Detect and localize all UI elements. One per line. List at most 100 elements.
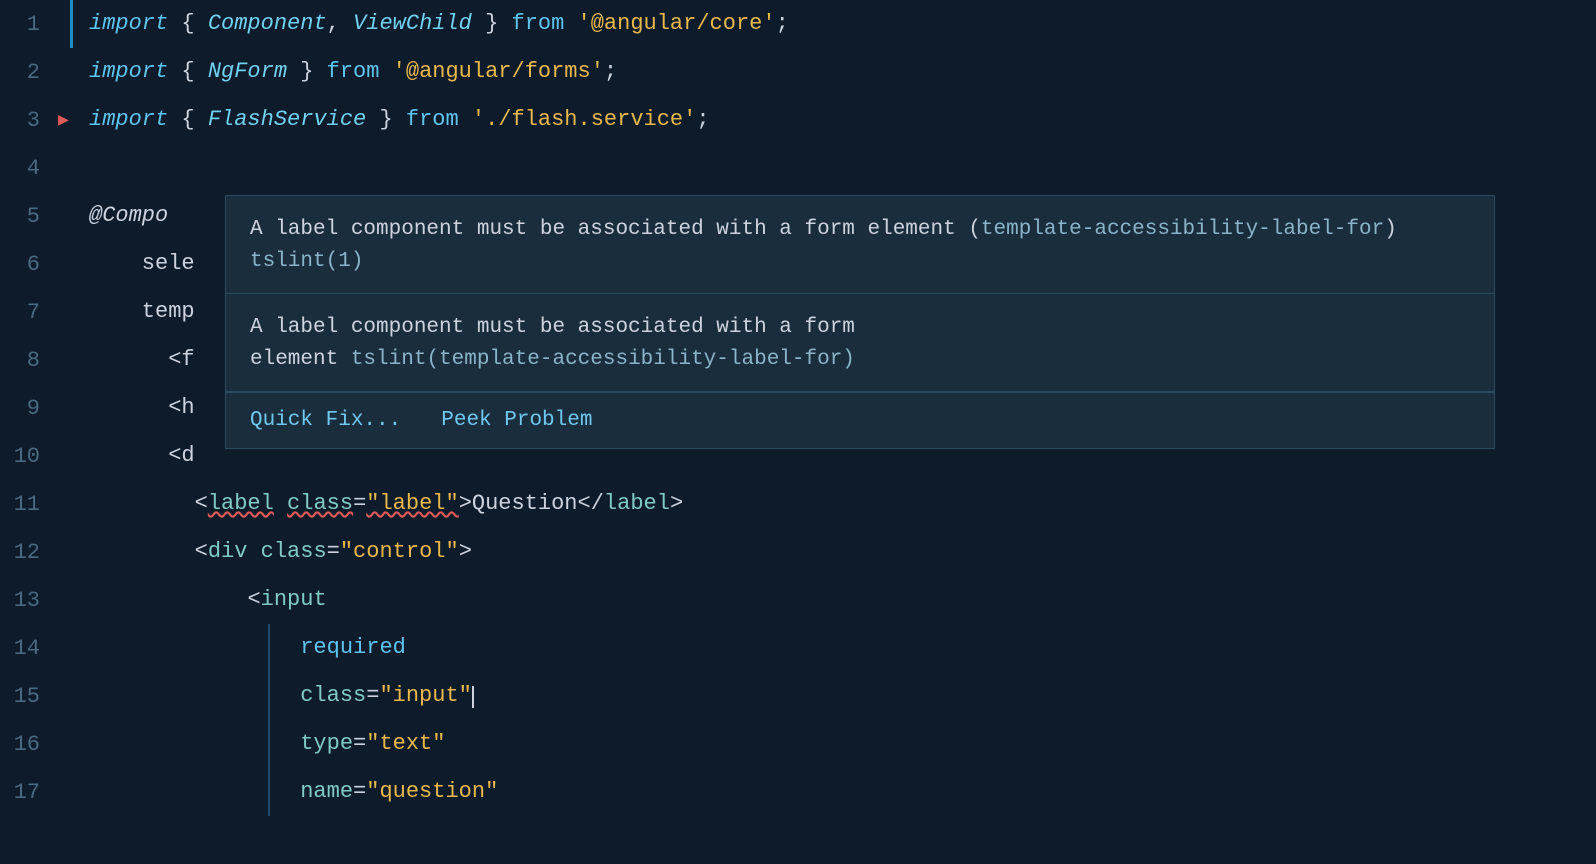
line-number-4: 4 [0,156,60,181]
code-line-1: 1 import { Component, ViewChild } from '@… [0,0,1596,48]
line-border-8 [70,336,73,384]
token-1-6: from [512,11,565,36]
line-number-17: 17 [0,780,60,805]
token-3-0: import [89,107,168,132]
line-number-15: 15 [0,684,60,709]
token-17-3: "question" [366,779,498,804]
token-16-1: type [300,731,353,756]
code-line-4: 4 [0,144,1596,192]
token-11-2: label [208,491,274,516]
line-border-4 [70,144,73,192]
indent-bar-15 [268,672,270,720]
code-content-15: class="input" [79,672,474,720]
tooltip-section-2: A label component must be associated wit… [226,294,1494,392]
tooltip-actions: Quick Fix... Peek Problem [226,392,1494,448]
token-1-0: import [89,11,168,36]
token-1-9: ; [776,11,789,36]
token-3-2: FlashService [208,107,366,132]
token-10-0: <d [89,443,195,468]
token-16-2: = [353,731,366,756]
line-number-7: 7 [0,300,60,325]
code-content-13: <input [79,576,327,624]
token-17-2: = [353,779,366,804]
token-11-8: Question [472,491,578,516]
code-content-11: <label class="label">Question</label> [79,480,683,528]
indent-bar-17 [268,768,270,816]
line-border-3 [70,96,73,144]
line-number-1: 1 [0,12,60,37]
code-content-2: import { NgForm } from '@angular/forms'; [79,48,617,96]
token-3-5 [459,107,472,132]
tooltip-tslint-1: tslint(1) [250,250,363,273]
line-border-12 [70,528,73,576]
tooltip-message-1: A label component must be associated wit… [250,214,1470,277]
token-11-11: > [670,491,683,516]
token-1-4: ViewChild [353,11,472,36]
code-line-15: 15 class="input" [0,672,1596,720]
token-12-6: "control" [340,539,459,564]
token-2-4: from [327,59,380,84]
token-13-2: input [261,587,327,612]
editor-container: 1 import { Component, ViewChild } from '@… [0,0,1596,864]
line-number-9: 9 [0,396,60,421]
token-1-1: { [168,11,208,36]
line-border-5 [70,192,73,240]
token-2-0: import [89,59,168,84]
line-border-17 [70,768,73,816]
token-11-5: = [353,491,366,516]
code-line-16: 16 type="text" [0,720,1596,768]
token-6-0: sele [89,251,195,276]
code-content-17: name="question" [79,768,498,816]
line-number-3: 3 [0,108,60,133]
code-content-7: temp [79,288,195,336]
token-11-6: "label" [366,491,458,516]
token-15-1: class [300,683,366,708]
code-content-16: type="text" [79,720,445,768]
token-12-4: class [261,539,327,564]
line-border-10 [70,432,73,480]
quick-fix-button[interactable]: Quick Fix... [250,405,401,436]
token-11-7: > [459,491,472,516]
indent-bar-16 [268,720,270,768]
token-11-1: < [195,491,208,516]
token-2-6: '@angular/forms' [393,59,604,84]
line-number-2: 2 [0,60,60,85]
token-12-1: < [195,539,208,564]
token-5-0: @Compo [89,203,168,228]
code-line-13: 13 <input [0,576,1596,624]
line-number-10: 10 [0,444,60,469]
code-content-10: <d [79,432,195,480]
token-15-2: = [366,683,379,708]
token-1-5: } [472,11,512,36]
token-12-3 [247,539,260,564]
token-3-6: './flash.service' [472,107,696,132]
code-content-1: import { Component, ViewChild } from '@a… [79,0,789,48]
token-11-10: label [604,491,670,516]
token-11-0 [89,491,195,516]
line-number-11: 11 [0,492,60,517]
token-17-1: name [300,779,353,804]
token-13-1: < [247,587,260,612]
line-border-7 [70,288,73,336]
token-1-2: Component [208,11,327,36]
token-12-2: div [208,539,248,564]
line-border-14 [70,624,73,672]
token-12-5: = [327,539,340,564]
line-border-11 [70,480,73,528]
code-content-3: import { FlashService } from './flash.se… [79,96,710,144]
token-7-0: temp [89,299,195,324]
indent-bar-14 [268,624,270,672]
breakpoint-arrow-3: ▶ [58,109,69,131]
line-number-16: 16 [0,732,60,757]
token-16-3: "text" [366,731,445,756]
code-content-9: <h [79,384,195,432]
code-content-5: @Compo [79,192,168,240]
token-11-4: class [287,491,353,516]
peek-problem-button[interactable]: Peek Problem [441,405,592,436]
token-12-7: > [459,539,472,564]
token-2-2: NgForm [208,59,287,84]
code-line-2: 2 import { NgForm } from '@angular/forms'… [0,48,1596,96]
tooltip-code-2: tslint(template-accessibility-label-for) [351,348,855,371]
line-number-13: 13 [0,588,60,613]
token-11-9: </ [578,491,604,516]
